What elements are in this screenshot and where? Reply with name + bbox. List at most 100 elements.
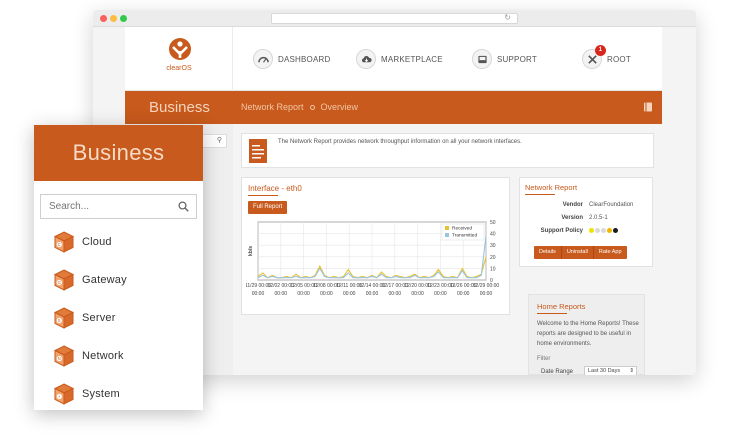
x-tick-time: 00:00 [320,291,333,297]
policy-dot-1 [595,228,600,233]
clearos-logo-icon [169,38,191,60]
dashboard-icon [253,49,273,69]
card-search-box [40,194,197,219]
date-range-label: Date Range [541,369,574,375]
policy-dot-0 [589,228,594,233]
legend-swatch-transmitted [445,233,449,237]
legend-swatch-received [445,226,449,230]
details-button[interactable]: Details [534,246,562,259]
card-item-network[interactable]: N Network [53,344,193,368]
tools-icon: 1 [582,45,606,69]
uninstall-button[interactable]: Uninstall [562,246,594,259]
legend-label-received: Received [452,226,472,232]
book-icon[interactable] [642,101,654,113]
report-icon [249,139,267,163]
close-window-dot[interactable] [100,15,107,22]
policy-dot-4 [613,228,618,233]
card-header: Business [34,125,203,181]
search-input[interactable] [41,195,173,218]
app-action-buttons: Details Uninstall Rate App [534,246,627,259]
reload-icon[interactable]: ↻ [504,13,511,22]
interface-panel: Interface - eth0 Full Report 11/29 00:00… [241,177,510,315]
network-cube-icon: N [53,345,75,367]
app-body: ⚲ The Network Report provides network th… [125,124,662,375]
x-tick-label: 12/29 00:00 [473,283,500,289]
cloud-download-icon [356,49,376,69]
gateway-cube-icon: G [53,269,75,291]
card-item-cloud[interactable]: C Cloud [53,230,193,254]
date-range-select[interactable]: Last 30 Days ⇕ [584,366,637,375]
top-navigation: clearOS DASHBOARD MARKETPLACE SUPPORT 1 … [125,27,662,91]
y-tick-label: 0 [490,278,493,284]
minimize-window-dot[interactable] [110,15,117,22]
x-tick-time: 00:00 [275,291,288,297]
card-item-label: Cloud [82,236,112,248]
inbox-icon [472,49,492,69]
interface-title: Interface - eth0 [248,184,302,193]
y-tick-label: 10 [490,266,496,272]
system-cube-icon: + [53,383,75,405]
x-tick-time: 00:00 [411,291,424,297]
title-underline [248,195,278,196]
info-text: The Network Report provides network thro… [278,139,522,145]
browser-toolbar: ↻ [93,10,696,27]
cube-letter: N [58,356,61,361]
support-policy-row: Support Policy [520,228,654,238]
card-item-gateway[interactable]: G Gateway [53,268,193,292]
app-title: Business [149,99,210,116]
card-item-server[interactable]: S Server [53,306,193,330]
nav-dashboard[interactable]: DASHBOARD [253,41,330,77]
vendor-value: ClearFoundation [589,202,634,208]
network-report-panel: Network Report Vendor ClearFoundation Ve… [519,177,653,267]
card-item-label: Gateway [82,274,127,286]
x-tick-time: 00:00 [366,291,379,297]
home-reports-title: Home Reports [537,302,586,311]
y-tick-label: 20 [490,255,496,261]
card-item-label: Server [82,312,116,324]
cube-letter: + [58,394,61,399]
y-tick-label: 40 [490,232,496,238]
nav-marketplace[interactable]: MARKETPLACE [356,41,443,77]
search-icon[interactable] [178,201,189,212]
server-cube-icon: S [53,307,75,329]
breadcrumb-overview[interactable]: Overview [321,102,359,112]
nav-root[interactable]: 1 ROOT [582,41,631,77]
vendor-row: Vendor ClearFoundation [520,202,654,212]
legend-label-transmitted: Transmitted [452,233,477,239]
date-range-value: Last 30 Days [588,368,621,374]
screenshot-stage: ↻ clearOS DASHBOARD MARKETPLACE SUPPORT … [0,0,729,443]
select-arrows-icon: ⇕ [629,368,634,374]
x-tick-time: 00:00 [480,291,493,297]
breadcrumb: Network Report Overview [241,102,358,112]
policy-dot-2 [601,228,606,233]
version-value: 2.0.5-1 [589,215,608,221]
breadcrumb-network-report[interactable]: Network Report [241,102,304,112]
full-report-button[interactable]: Full Report [248,201,288,214]
x-tick-time: 00:00 [297,291,310,297]
address-bar[interactable]: ↻ [271,13,518,24]
notification-badge[interactable]: 1 [595,45,606,56]
clearos-app: clearOS DASHBOARD MARKETPLACE SUPPORT 1 … [125,27,662,375]
support-policy-dots [589,228,619,234]
filter-label: Filter [537,356,551,362]
nav-support-label: SUPPORT [497,54,537,64]
x-tick-time: 00:00 [252,291,265,297]
cloud-cube-icon: C [53,231,75,253]
cube-letter: C [58,242,61,247]
nav-marketplace-label: MARKETPLACE [381,54,443,64]
rate-app-button[interactable]: Rate App [594,246,627,259]
clearos-logo[interactable]: clearOS [125,27,233,91]
nav-support[interactable]: SUPPORT [472,41,537,77]
network-report-title: Network Report [525,183,578,192]
home-reports-description: Welcome to the Home Reports! These repor… [537,321,639,347]
maximize-window-dot[interactable] [120,15,127,22]
card-item-system[interactable]: + System [53,382,193,406]
card-item-label: Network [82,350,124,362]
version-row: Version 2.0.5-1 [520,215,654,225]
logo-text: clearOS [166,65,192,72]
x-tick-time: 00:00 [343,291,356,297]
nav-dashboard-label: DASHBOARD [278,54,331,64]
x-tick-time: 00:00 [389,291,402,297]
info-banner: The Network Report provides network thro… [241,133,654,168]
nav-root-label: ROOT [607,54,631,64]
